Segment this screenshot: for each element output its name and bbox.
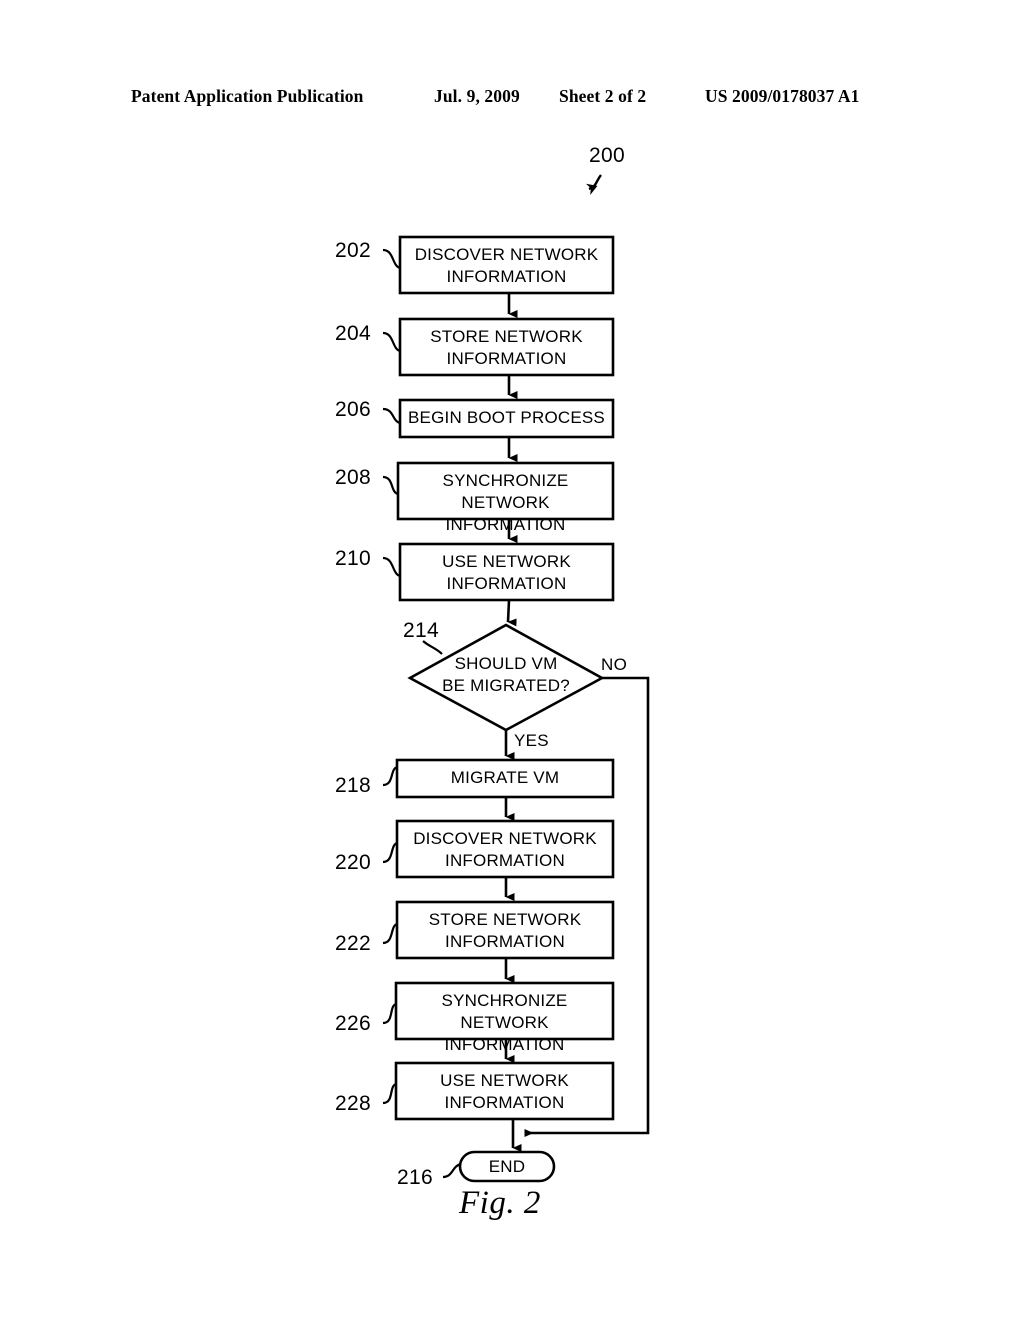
- leader-line-222: [382, 922, 398, 945]
- node-box-222: [395, 900, 615, 960]
- leader-line-208: [382, 475, 399, 496]
- ref-number-210: 210: [335, 547, 371, 570]
- ref-number-226: 226: [335, 1012, 371, 1035]
- node-box-218: [395, 758, 615, 799]
- ref-number-214: 214: [403, 619, 439, 642]
- ref-number-202: 202: [335, 239, 371, 262]
- node-box-202: [398, 235, 615, 295]
- ref-number-216: 216: [397, 1166, 433, 1189]
- node-box-208: [396, 461, 615, 521]
- flowchart-svg: [382, 174, 650, 1183]
- node-box-210: [398, 542, 615, 602]
- ref-number-228: 228: [335, 1092, 371, 1115]
- leader-line-204: [382, 331, 401, 353]
- node-box-220: [395, 819, 615, 879]
- node-box-228: [394, 1061, 615, 1121]
- leader-line-226: [382, 1002, 397, 1025]
- ref-number-220: 220: [335, 851, 371, 874]
- node-box-206: [398, 398, 615, 439]
- ref-number-222: 222: [335, 932, 371, 955]
- ref-number-218: 218: [335, 774, 371, 797]
- node-terminator-216: [458, 1150, 556, 1183]
- leader-line-218: [382, 765, 398, 787]
- leader-line-210: [382, 556, 401, 578]
- leader-line-200: [585, 174, 602, 195]
- ref-number-200: 200: [589, 144, 625, 167]
- branch-label-no: NO: [601, 655, 628, 674]
- node-box-226: [394, 981, 615, 1041]
- leader-line-206: [382, 407, 401, 425]
- ref-number-206: 206: [335, 398, 371, 421]
- ref-number-208: 208: [335, 466, 371, 489]
- node-box-204: [398, 317, 615, 377]
- connector-210-214: [506, 599, 517, 627]
- leader-line-220: [382, 841, 398, 864]
- leader-line-228: [382, 1082, 397, 1105]
- figure-caption: Fig. 2: [459, 1185, 541, 1221]
- leader-line-216: [442, 1162, 462, 1179]
- branch-label-yes: YES: [514, 731, 549, 750]
- leader-line-202: [382, 248, 401, 270]
- flowchart-figure: DISCOVER NETWORK INFORMATION STORE NETWO…: [0, 0, 1024, 1320]
- ref-number-204: 204: [335, 322, 371, 345]
